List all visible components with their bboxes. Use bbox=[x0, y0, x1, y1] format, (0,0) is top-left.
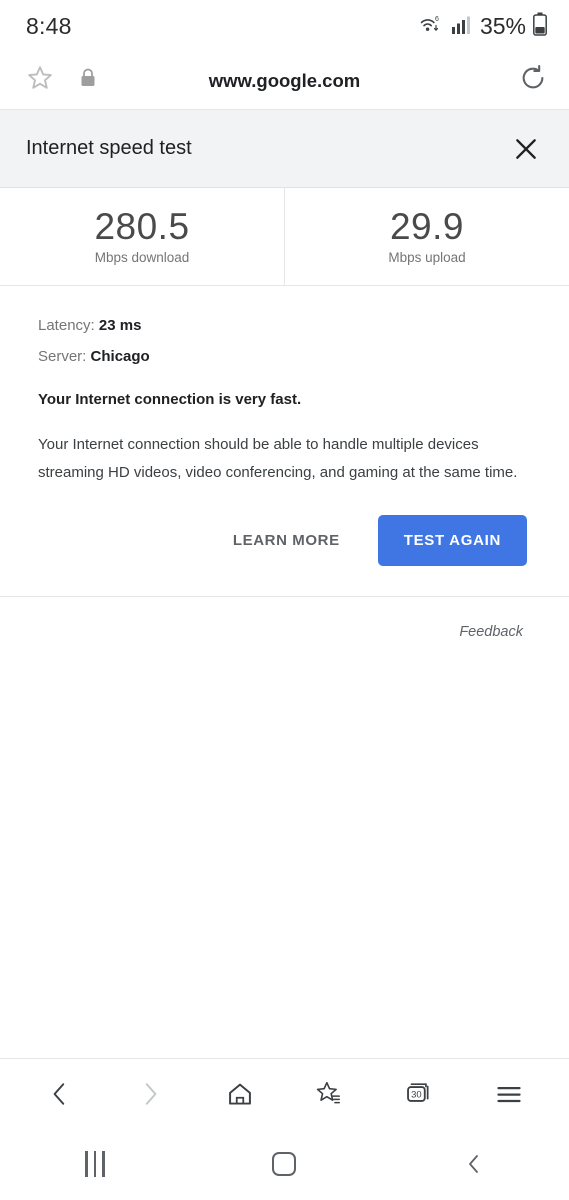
close-icon[interactable] bbox=[509, 132, 543, 166]
speed-test-title: Internet speed test bbox=[26, 137, 192, 159]
server-value: Chicago bbox=[90, 347, 150, 365]
star-outline-icon[interactable] bbox=[26, 64, 54, 97]
lock-icon[interactable] bbox=[78, 66, 98, 95]
phone-screen: 8:48 6 35% www.google.com Internet speed… bbox=[0, 0, 569, 1200]
wifi-6-icon: 6 bbox=[419, 13, 445, 40]
url-bar-left-icons bbox=[26, 64, 98, 97]
speed-test-header: Internet speed test bbox=[0, 110, 569, 188]
feedback-area: Feedback bbox=[0, 596, 569, 641]
learn-more-button[interactable]: LEARN MORE bbox=[219, 520, 354, 561]
connection-explanation: Your Internet connection should be able … bbox=[38, 436, 518, 481]
bookmarks-star-icon[interactable] bbox=[307, 1072, 351, 1116]
refresh-icon[interactable] bbox=[519, 64, 547, 97]
connection-verdict: Your Internet connection is very fast. bbox=[38, 391, 302, 408]
speed-results: 280.5 Mbps download 29.9 Mbps upload bbox=[0, 188, 569, 286]
server-row: Server: Chicago bbox=[38, 347, 531, 367]
feedback-link[interactable]: Feedback bbox=[459, 624, 523, 640]
hamburger-menu-icon[interactable] bbox=[487, 1072, 531, 1116]
nav-back-icon[interactable] bbox=[439, 1140, 509, 1188]
home-circle-icon[interactable] bbox=[249, 1140, 319, 1188]
server-label: Server: bbox=[38, 347, 87, 365]
upload-label: Mbps upload bbox=[388, 250, 466, 266]
home-icon[interactable] bbox=[218, 1072, 262, 1116]
recents-icon[interactable] bbox=[60, 1140, 130, 1188]
page-empty-space bbox=[0, 640, 569, 1058]
android-nav-bar bbox=[0, 1128, 569, 1200]
latency-value: 23 ms bbox=[98, 317, 142, 334]
latency-row: Latency: 23 ms bbox=[38, 316, 531, 336]
status-bar: 8:48 6 35% bbox=[0, 0, 569, 52]
test-again-button[interactable]: TEST AGAIN bbox=[377, 514, 527, 566]
svg-text:6: 6 bbox=[435, 16, 439, 23]
latency-label: Latency: bbox=[38, 317, 95, 334]
tab-count: 30 bbox=[411, 1089, 422, 1100]
download-result-card: 280.5 Mbps download bbox=[0, 188, 285, 285]
upload-value: 29.9 bbox=[389, 205, 464, 247]
speed-test-details: Latency: 23 ms Server: Chicago Your Inte… bbox=[0, 286, 569, 487]
speed-test-actions: LEARN MORE TEST AGAIN bbox=[0, 486, 569, 596]
battery-percent: 35% bbox=[479, 12, 526, 39]
status-icons: 6 35% bbox=[419, 12, 547, 41]
battery-icon bbox=[533, 12, 547, 41]
upload-result-card: 29.9 Mbps upload bbox=[285, 188, 569, 285]
status-time: 8:48 bbox=[26, 12, 72, 39]
browser-toolbar: 30 bbox=[0, 1058, 569, 1128]
chevron-right-icon[interactable] bbox=[128, 1072, 172, 1116]
cellular-signal-icon bbox=[451, 14, 471, 39]
chevron-left-icon[interactable] bbox=[38, 1072, 82, 1116]
browser-url-bar[interactable]: www.google.com bbox=[0, 52, 569, 110]
tabs-icon[interactable]: 30 bbox=[397, 1072, 441, 1116]
download-label: Mbps download bbox=[94, 250, 190, 266]
download-value: 280.5 bbox=[94, 205, 190, 247]
